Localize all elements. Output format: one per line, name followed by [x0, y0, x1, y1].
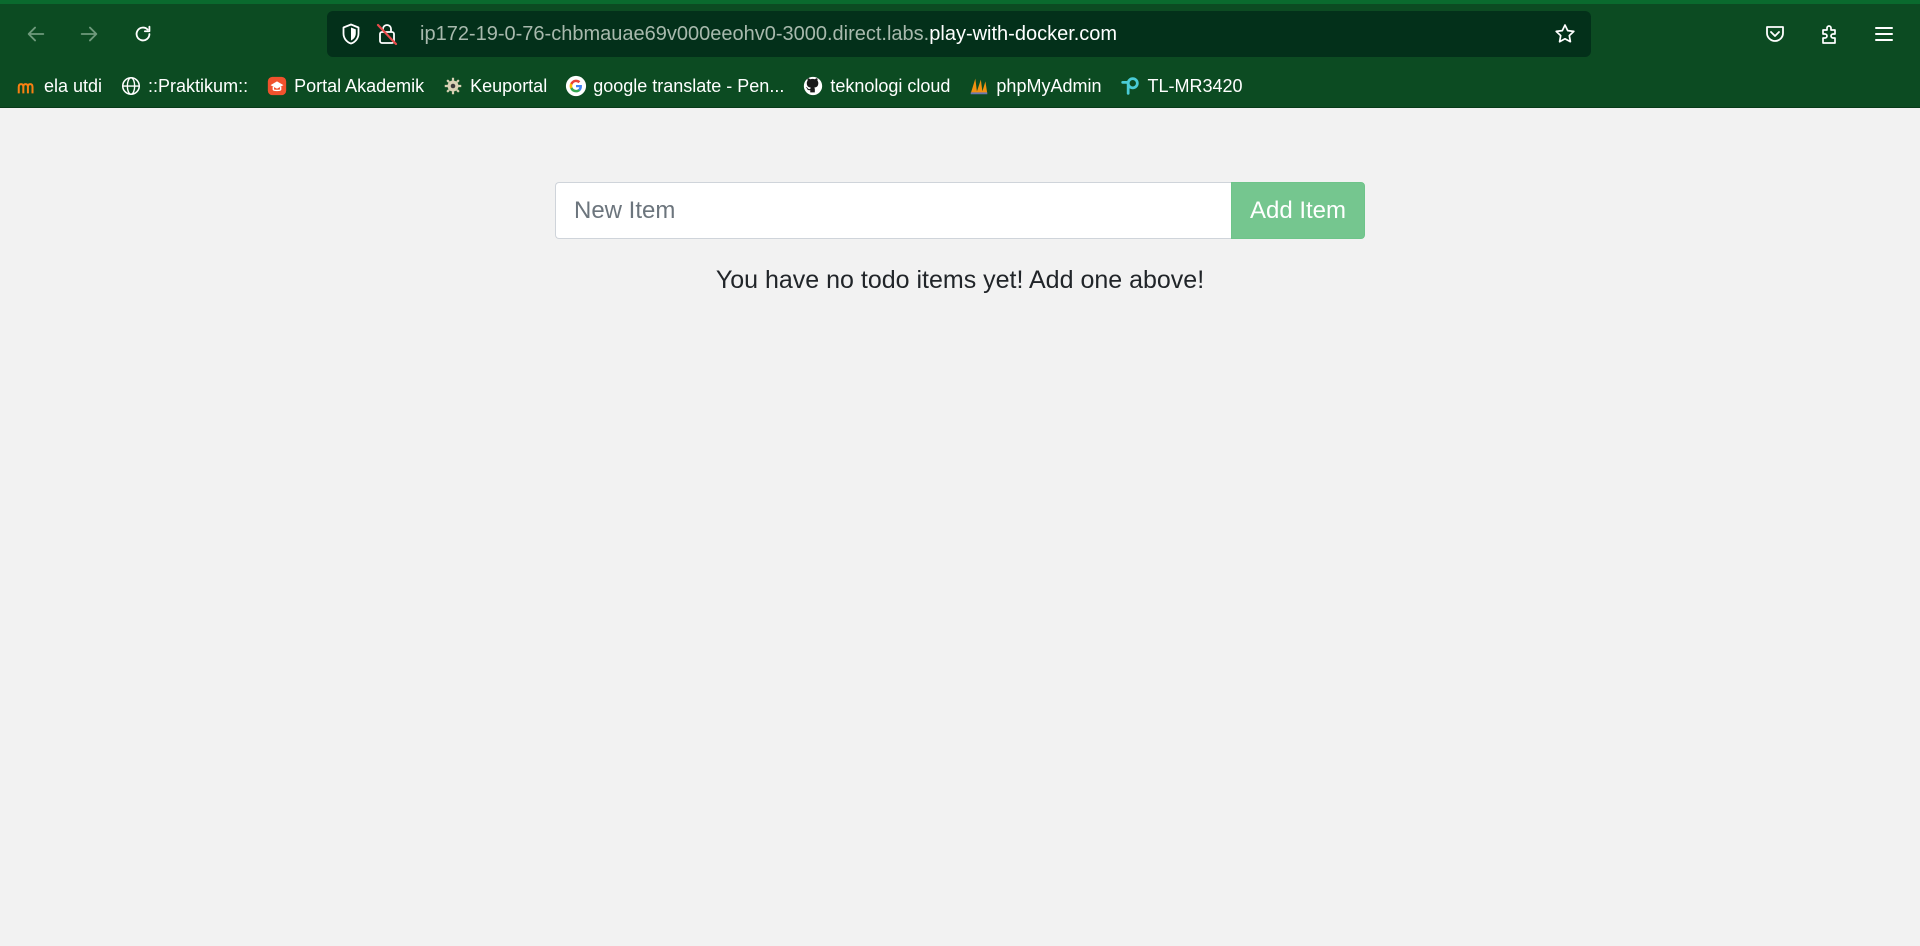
bookmark-label: phpMyAdmin [996, 75, 1102, 96]
forward-arrow-icon [80, 26, 98, 42]
hamburger-menu-icon [1875, 27, 1893, 41]
bookmark-ela-utdi[interactable]: ela utdi [16, 71, 102, 101]
add-item-form: Add Item [555, 182, 1365, 239]
back-arrow-icon [27, 26, 45, 42]
empty-state-message: You have no todo items yet! Add one abov… [715, 266, 1205, 294]
portal-icon [266, 75, 288, 97]
star-icon[interactable] [1553, 22, 1577, 46]
phpmyadmin-icon [968, 75, 990, 97]
reload-icon [135, 25, 151, 42]
bookmark-label: ::Praktikum:: [148, 75, 249, 96]
bookmark-label: Portal Akademik [294, 75, 425, 96]
extensions-button[interactable] [1812, 16, 1848, 52]
bookmark-label: Keuportal [470, 75, 548, 96]
bookmark-tl-mr3420[interactable]: TL-MR3420 [1119, 71, 1243, 101]
pocket-icon [1766, 26, 1784, 42]
bookmarks-toolbar: ela utdi ::Praktikum:: Portal Akademik K… [0, 68, 1920, 104]
gear-icon [442, 75, 464, 97]
insecure-lock-icon[interactable] [375, 22, 399, 46]
app-menu-button[interactable] [1866, 16, 1902, 52]
back-button[interactable] [18, 16, 54, 52]
extensions-icon [1822, 25, 1836, 44]
github-icon [802, 75, 824, 97]
bookmark-label: teknologi cloud [830, 75, 951, 96]
todo-app: Add Item You have no todo items yet! Add… [0, 108, 1920, 946]
tplink-icon [1119, 75, 1141, 97]
bookmark-teknologi-cloud[interactable]: teknologi cloud [802, 71, 950, 101]
pocket-button[interactable] [1757, 16, 1793, 52]
bookmark-label: google translate - Pen... [593, 75, 785, 96]
moodle-icon [16, 75, 38, 97]
bookmark-phpmyadmin[interactable]: phpMyAdmin [968, 71, 1101, 101]
google-icon [565, 75, 587, 97]
forward-button[interactable] [71, 16, 107, 52]
bookmark-label: TL-MR3420 [1147, 75, 1243, 96]
bookmark-keuportal[interactable]: Keuportal [442, 71, 547, 101]
bookmark-praktikum[interactable]: ::Praktikum:: [120, 71, 248, 101]
bookmark-label: ela utdi [44, 75, 103, 96]
bookmark-portal-akademik[interactable]: Portal Akademik [266, 71, 424, 101]
reload-button[interactable] [125, 16, 161, 52]
address-bar[interactable]: ip172-19-0-76-chbmauae69v000eeohv0-3000.… [327, 11, 1591, 57]
tracking-shield-icon[interactable] [339, 22, 363, 46]
browser-chrome: ip172-19-0-76-chbmauae69v000eeohv0-3000.… [0, 0, 1920, 108]
url-host: play-with-docker.com [929, 23, 1118, 45]
url-text[interactable]: ip172-19-0-76-chbmauae69v000eeohv0-3000.… [420, 11, 1117, 57]
new-item-input[interactable] [555, 182, 1231, 239]
bookmark-google-translate[interactable]: google translate - Pen... [565, 71, 784, 101]
url-prefix: ip172-19-0-76-chbmauae69v000eeohv0-3000.… [420, 23, 930, 45]
globe-icon [120, 75, 142, 97]
browser-toolbar: ip172-19-0-76-chbmauae69v000eeohv0-3000.… [0, 4, 1920, 64]
add-item-button[interactable]: Add Item [1231, 182, 1365, 239]
